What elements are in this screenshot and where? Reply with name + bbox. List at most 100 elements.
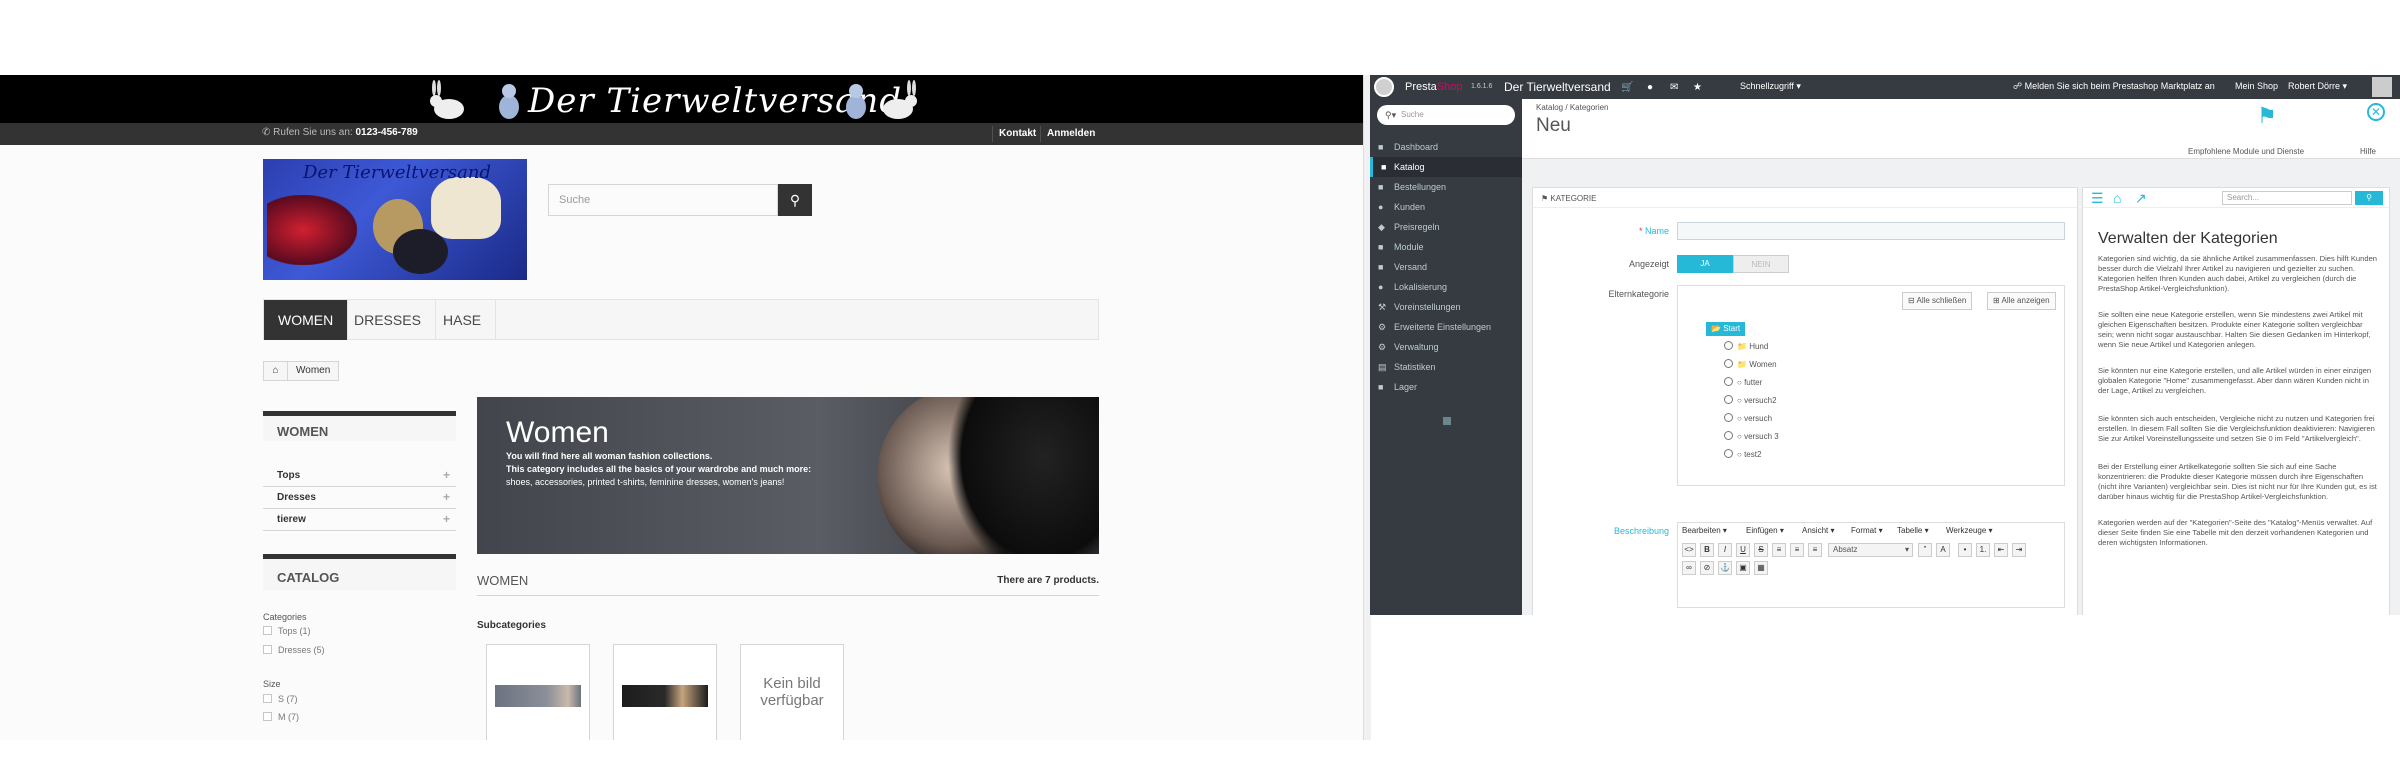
tree-node-start[interactable]: 📂 Start [1706, 322, 1746, 336]
align-center-icon[interactable]: ≡ [1790, 543, 1804, 557]
align-right-icon[interactable]: ≡ [1808, 543, 1822, 557]
contact-link[interactable]: Kontakt [992, 126, 1042, 142]
sidebar-collapse-toggle[interactable] [1443, 417, 1451, 425]
help-icon[interactable]: ✕ [2367, 103, 2385, 121]
home-icon[interactable]: ⌂ [264, 362, 288, 380]
underline-icon[interactable]: U [1736, 543, 1750, 557]
sidebar-item-verwaltung[interactable]: ⚙ Verwaltung [1370, 337, 1522, 357]
categories-block-title[interactable]: WOMEN [263, 411, 456, 441]
filter-checkbox[interactable]: Tops (1) [263, 626, 311, 636]
sidebar-item-preisregeln[interactable]: ◆ Preisregeln [1370, 217, 1522, 237]
sidebar-item-statistiken[interactable]: ▤ Statistiken [1370, 357, 1522, 377]
external-link-icon[interactable]: ↗ [2135, 190, 2147, 207]
user-icon[interactable]: ● [1647, 82, 1653, 93]
sidebar-search-input[interactable]: ⚲▾ Suche [1377, 105, 1515, 125]
sidebar-item-erweitert[interactable]: ⚙ Erweiterte Einstellungen [1370, 317, 1522, 337]
displayed-yes-toggle[interactable]: JA [1677, 255, 1733, 273]
expand-all-button[interactable]: ⊞ Alle anzeigen [1987, 292, 2056, 310]
link-icon[interactable]: ∞ [1682, 561, 1696, 575]
filter-checkbox[interactable]: S (7) [263, 694, 298, 704]
mail-icon[interactable]: ✉ [1670, 82, 1678, 93]
italic-icon[interactable]: I [1718, 543, 1732, 557]
editor-menu-einfuegen[interactable]: Einfügen ▾ [1746, 526, 1784, 535]
radio[interactable] [1724, 395, 1733, 404]
displayed-no-toggle[interactable]: NEIN [1733, 255, 1789, 273]
radio[interactable] [1724, 341, 1733, 350]
sidebar-item-module[interactable]: ■ Module [1370, 237, 1522, 257]
sidebar-item-dashboard[interactable]: ■ Dashboard [1370, 137, 1522, 157]
tree-node[interactable]: ○ versuch 3 [1724, 431, 1779, 441]
image-icon[interactable]: ▦ [1754, 561, 1768, 575]
radio[interactable] [1724, 431, 1733, 440]
help-button[interactable]: Hilfe [2360, 147, 2376, 156]
search-button[interactable]: ⚲ [778, 184, 812, 216]
user-menu[interactable]: Robert Dörre ▾ [2288, 81, 2347, 92]
recommended-modules-button[interactable]: Empfohlene Module und Dienste [2188, 147, 2304, 156]
trophy-icon[interactable]: ★ [1693, 82, 1702, 93]
menu-item-hase[interactable]: HASE [429, 300, 497, 340]
avatar[interactable] [2372, 77, 2392, 97]
bullet-list-icon[interactable]: • [1958, 543, 1972, 557]
tree-node[interactable]: 📁 Hund [1724, 341, 1768, 351]
sidebar-item-katalog[interactable]: ■ Katalog [1370, 157, 1522, 177]
puzzle-icon[interactable]: ⚑ [2257, 103, 2277, 129]
quote-icon[interactable]: ” [1918, 543, 1932, 557]
expand-icon[interactable]: + [443, 468, 450, 482]
unlink-icon[interactable]: ⊘ [1700, 561, 1714, 575]
filter-checkbox[interactable]: M (7) [263, 712, 299, 722]
list-icon[interactable]: ☰ [2091, 190, 2104, 207]
menu-item-dresses[interactable]: DRESSES [340, 300, 436, 340]
cart-icon[interactable]: 🛒 [1621, 82, 1633, 93]
shop-name[interactable]: Der Tierweltversand [1504, 80, 1611, 94]
expand-icon[interactable]: + [443, 490, 450, 504]
font-color-icon[interactable]: A [1936, 543, 1950, 557]
quick-access[interactable]: Schnellzugriff ▾ [1740, 81, 1801, 92]
editor-menu-werkzeuge[interactable]: Werkzeuge ▾ [1946, 526, 1993, 535]
media-icon[interactable]: ▣ [1736, 561, 1750, 575]
sidebar-item-voreinstellungen[interactable]: ⚒ Voreinstellungen [1370, 297, 1522, 317]
tree-node[interactable]: ○ versuch [1724, 413, 1772, 423]
menu-item-women[interactable]: WOMEN [264, 300, 349, 340]
source-code-icon[interactable]: <> [1682, 543, 1696, 557]
my-shop-link[interactable]: Mein Shop [2235, 81, 2278, 91]
category-item[interactable]: tierew + [263, 509, 456, 531]
help-search-button[interactable]: ⚲ [2355, 191, 2383, 205]
radio[interactable] [1724, 377, 1733, 386]
sidebar-item-lager[interactable]: ■ Lager [1370, 377, 1522, 397]
radio[interactable] [1724, 449, 1733, 458]
collapse-all-button[interactable]: ⊟ Alle schließen [1902, 292, 1973, 310]
anchor-icon[interactable]: ⚓ [1718, 561, 1732, 575]
sidebar-item-bestellungen[interactable]: ■ Bestellungen [1370, 177, 1522, 197]
indent-icon[interactable]: ⇥ [2012, 543, 2026, 557]
subcategory-card[interactable]: Kein bild verfügbar [740, 644, 844, 740]
category-item[interactable]: Tops + [263, 465, 456, 487]
editor-menu-bearbeiten[interactable]: Bearbeiten ▾ [1682, 526, 1727, 535]
shop-logo[interactable]: Der Tierweltversand [263, 159, 527, 280]
align-left-icon[interactable]: ≡ [1772, 543, 1786, 557]
breadcrumb-item[interactable]: Kategorien [1570, 103, 1609, 112]
format-select[interactable]: Absatz ▾ [1828, 543, 1913, 557]
editor-menu-ansicht[interactable]: Ansicht ▾ [1802, 526, 1834, 535]
sidebar-item-kunden[interactable]: ● Kunden [1370, 197, 1522, 217]
tree-node[interactable]: ○ test2 [1724, 449, 1761, 459]
bold-icon[interactable]: B [1700, 543, 1714, 557]
help-search-input[interactable]: Search... [2222, 191, 2352, 205]
tree-node[interactable]: ○ futter [1724, 377, 1762, 387]
marketplace-link[interactable]: ☍ Melden Sie sich beim Prestashop Marktp… [2013, 81, 2215, 92]
editor-menu-tabelle[interactable]: Tabelle ▾ [1897, 526, 1929, 535]
sidebar-item-lokalisierung[interactable]: ● Lokalisierung [1370, 277, 1522, 297]
editor-menu-format[interactable]: Format ▾ [1851, 526, 1883, 535]
strikethrough-icon[interactable]: S [1754, 543, 1768, 557]
radio[interactable] [1724, 359, 1733, 368]
login-link[interactable]: Anmelden [1040, 126, 1101, 142]
filter-checkbox[interactable]: Dresses (5) [263, 645, 325, 655]
description-editor[interactable]: Bearbeiten ▾ Einfügen ▾ Ansicht ▾ Format… [1677, 522, 2065, 608]
category-item[interactable]: Dresses + [263, 487, 456, 509]
prestashop-logo[interactable] [1374, 77, 1394, 97]
tree-node[interactable]: ○ versuch2 [1724, 395, 1777, 405]
home-icon[interactable]: ⌂ [2113, 190, 2121, 206]
outdent-icon[interactable]: ⇤ [1994, 543, 2008, 557]
tree-node[interactable]: 📁 Women [1724, 359, 1777, 369]
sidebar-item-versand[interactable]: ■ Versand [1370, 257, 1522, 277]
name-field[interactable] [1677, 222, 2065, 240]
